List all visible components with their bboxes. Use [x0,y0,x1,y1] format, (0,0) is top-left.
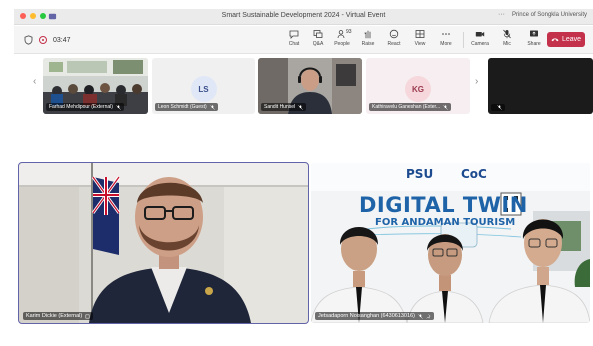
participant-name [491,104,505,111]
strip-next-icon[interactable]: › [475,76,478,87]
camera-label: Camera [471,41,489,47]
participant-name: Kathiravelu Ganeshan (Exter... [369,103,452,111]
hand-icon [364,30,371,39]
share-button[interactable]: Share [521,29,547,51]
leave-label: Leave [561,36,582,43]
participant-tile[interactable]: Farhad Mehdipour (External) [43,58,148,114]
organization-name[interactable]: Prince of Songkla University [512,12,587,18]
participant-name: Leon Schmidt (Guest) [155,103,218,111]
qa-icon [313,30,323,38]
mic-off-icon [497,105,502,110]
qa-button[interactable]: Q&A [305,29,331,51]
meeting-toolbar: 03:47 Chat Q&A 93 People Raise React Vie… [14,26,593,54]
participant-tile[interactable] [488,58,593,114]
toolbar-divider [463,32,464,48]
mic-label: Mic [503,41,511,47]
share-label: Share [527,41,541,47]
avatar: LS [190,76,217,102]
grid-icon [415,30,425,38]
pin-icon [85,314,90,318]
raise-label: Raise [361,41,375,47]
mic-off-icon [418,313,423,319]
react-button[interactable]: React [381,29,407,51]
camera-button[interactable]: Camera [467,29,493,51]
chat-button[interactable]: Chat [281,29,307,51]
participant-name: Karim Dickie (External) [23,312,94,320]
timer-text: 03:47 [53,36,71,44]
participant-name: Jetsadaporn Noisanghan (6430613016) [315,312,434,320]
mic-icon [503,29,511,39]
participant-tile[interactable]: LS Leon Schmidt (Guest) [152,58,255,114]
shield-icon [24,35,33,45]
pin-icon [426,313,431,319]
view-button[interactable]: View [407,29,433,51]
camera-icon [475,32,485,37]
chat-label: Chat [288,41,300,47]
window-title-bar: Smart Sustainable Development 2024 - Vir… [14,9,593,25]
smile-icon [389,29,399,39]
phone-hangup-icon [551,38,559,42]
avatar: KG [405,76,431,102]
view-label: View [414,41,426,47]
participant-name: Sandit Hunsel [261,103,307,111]
meeting-stage: ‹ › Farhad Mehdipour (External) LS Leon … [14,54,593,346]
window-more-icon[interactable]: ··· [498,11,505,18]
qa-label: Q&A [312,41,324,47]
mic-off-icon [116,104,121,110]
meeting-timer: 03:47 [24,35,71,45]
speaker-video [19,163,308,323]
mic-button[interactable]: Mic [494,29,520,51]
chat-icon [289,30,299,39]
mic-off-icon [298,104,303,110]
mic-off-icon [209,104,215,110]
leave-button[interactable]: Leave [547,32,585,47]
mic-off-icon [443,104,448,110]
react-label: React [387,41,401,47]
participant-tile[interactable]: Sandit Hunsel [258,58,362,114]
recording-icon [39,36,47,44]
share-icon [530,30,538,37]
more-button[interactable]: More [433,29,459,51]
participant-tile[interactable]: KG Kathiravelu Ganeshan (Exter... [366,58,470,114]
presenter-video[interactable]: PSU CoC DIGITAL TWIN FOR ANDAMAN TOURISM [311,163,590,323]
participant-name: Farhad Mehdipour (External) [46,103,124,111]
more-label: More [440,41,452,47]
window-title: Smart Sustainable Development 2024 - Vir… [221,12,386,19]
students-video [311,219,590,323]
active-speaker-video[interactable]: Karim Dickie (External) [18,162,309,324]
people-count: 93 [346,29,352,35]
people-button[interactable]: 93 People [329,29,355,51]
more-icon [442,33,450,35]
strip-prev-icon[interactable]: ‹ [33,76,36,87]
raise-hand-button[interactable]: Raise [355,29,381,51]
people-label: People [334,41,350,47]
